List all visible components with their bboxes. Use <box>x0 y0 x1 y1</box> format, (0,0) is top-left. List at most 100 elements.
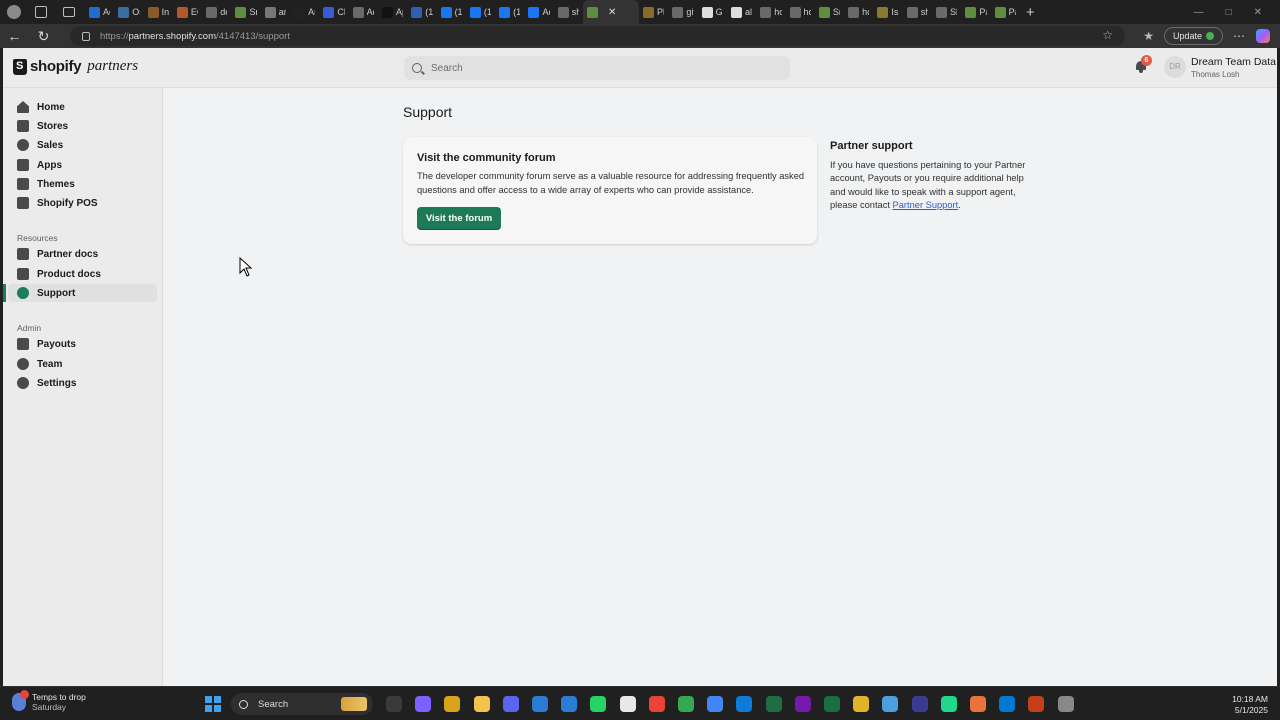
taskbar-app-icon[interactable] <box>532 696 548 712</box>
user-name[interactable]: Dream Team Data <box>1191 56 1276 68</box>
sidebar-item-product-docs[interactable]: Product docs <box>8 265 157 283</box>
copilot-icon[interactable] <box>1256 29 1270 43</box>
sidebar-item-team[interactable]: Team <box>8 355 157 373</box>
browser-tab[interactable]: EC <box>173 0 202 24</box>
browser-tab[interactable]: Am <box>290 0 319 24</box>
taskbar-app-icon[interactable] <box>736 696 753 712</box>
clock[interactable]: 10:18 AM 5/1/2025 <box>1232 694 1268 716</box>
back-button[interactable]: ← <box>0 28 29 44</box>
sidebar-item-partner-docs[interactable]: Partner docs <box>8 245 157 263</box>
browser-tab[interactable]: (11 <box>495 0 524 24</box>
tab-title: sh <box>571 7 580 17</box>
sidebar-item-label: Support <box>37 287 76 299</box>
close-window-button[interactable]: ✕ <box>1254 7 1262 18</box>
taskbar-app-icon[interactable] <box>590 696 607 712</box>
browser-tab[interactable]: Cli <box>319 0 348 24</box>
taskbar-app-icon[interactable] <box>619 696 636 712</box>
browser-tab[interactable]: Pla <box>639 0 668 24</box>
partner-support-link[interactable]: Partner Support <box>893 200 959 210</box>
sidebar-item-settings[interactable]: Settings <box>8 374 157 392</box>
browser-tab[interactable]: Sn <box>231 0 260 24</box>
taskbar-app-icon[interactable] <box>1028 696 1045 712</box>
browser-tab[interactable]: sh <box>903 0 932 24</box>
visit-forum-button[interactable]: Visit the forum <box>417 207 501 230</box>
browser-tab-active[interactable]: ✕ <box>583 0 640 24</box>
tab-title: Pla <box>657 7 664 17</box>
taskbar-app-icon[interactable] <box>678 696 694 712</box>
browser-tab[interactable]: Sh <box>932 0 961 24</box>
taskbar-search[interactable]: Search <box>231 693 373 715</box>
new-tab-button[interactable]: + <box>1026 4 1035 21</box>
minimize-button[interactable]: — <box>1194 7 1204 18</box>
taskbar-app-icon[interactable] <box>824 696 840 712</box>
taskbar-app-icon[interactable] <box>473 696 490 712</box>
browser-tab[interactable]: Pa <box>961 0 990 24</box>
more-menu-icon[interactable]: ⋯ <box>1233 29 1246 43</box>
browser-tab[interactable]: Acc <box>524 0 553 24</box>
taskbar-app-icon[interactable] <box>765 696 782 712</box>
tab-favicon-icon <box>701 6 713 18</box>
browser-tab[interactable]: ali <box>727 0 756 24</box>
avatar[interactable]: DR <box>1164 56 1186 78</box>
sidebar-item-stores[interactable]: Stores <box>8 117 157 135</box>
favorites-icon[interactable]: ★ <box>1143 29 1154 43</box>
browser-tab[interactable]: (13 <box>466 0 495 24</box>
sidebar-item-apps[interactable]: Apps <box>8 156 157 174</box>
site-info-icon[interactable] <box>82 31 90 41</box>
browser-tab[interactable]: Sn <box>815 0 844 24</box>
taskbar-app-icon[interactable] <box>502 696 519 712</box>
browser-tab[interactable]: Ap <box>378 0 407 24</box>
update-button[interactable]: Update <box>1163 27 1223 45</box>
browser-tab[interactable]: ho <box>844 0 873 24</box>
taskbar-app-icon[interactable] <box>882 696 899 712</box>
close-tab-icon[interactable]: ✕ <box>608 7 616 18</box>
browser-tab[interactable]: Is t <box>873 0 902 24</box>
tab-favicon-icon <box>440 6 452 18</box>
browser-tab[interactable]: ho <box>756 0 785 24</box>
taskbar-app-icon[interactable] <box>707 696 724 712</box>
taskbar-app-icon[interactable] <box>561 696 578 712</box>
taskbar-app-icon[interactable] <box>386 696 402 712</box>
browser-tab[interactable]: Ins <box>144 0 173 24</box>
tab-favicon-icon <box>760 6 772 18</box>
start-button[interactable] <box>205 696 221 712</box>
sidebar-item-sales[interactable]: Sales <box>8 136 157 154</box>
taskbar-app-icon[interactable] <box>853 696 870 712</box>
browser-tab[interactable]: (18 <box>407 0 436 24</box>
browser-tab[interactable]: Acc <box>85 0 114 24</box>
browser-tab[interactable]: Ad <box>349 0 378 24</box>
workspaces-icon[interactable] <box>35 6 47 18</box>
maximize-button[interactable]: □ <box>1226 7 1232 18</box>
browser-tab[interactable]: (11 <box>437 0 466 24</box>
taskbar-app-icon[interactable] <box>648 696 665 712</box>
search-input[interactable]: Search <box>404 56 790 80</box>
taskbar-app-icon[interactable] <box>444 696 461 712</box>
sidebar-item-themes[interactable]: Themes <box>8 175 157 193</box>
taskbar-app-icon[interactable] <box>911 696 928 712</box>
tab-actions-icon[interactable] <box>63 7 75 17</box>
shopify-partners-logo[interactable]: shopify partners <box>13 58 138 75</box>
profile-icon[interactable] <box>7 5 21 19</box>
taskbar-app-icon[interactable] <box>415 696 432 712</box>
weather-widget[interactable]: Temps to drop Saturday <box>12 690 86 712</box>
taskbar-app-icon[interactable] <box>794 696 811 712</box>
sidebar-item-home[interactable]: Home <box>8 98 157 116</box>
favorite-star-icon[interactable]: ☆ <box>1102 28 1113 42</box>
taskbar-app-icon[interactable] <box>999 696 1016 712</box>
browser-tab[interactable]: Git <box>698 0 727 24</box>
browser-tab[interactable]: git <box>668 0 697 24</box>
browser-tab[interactable]: am <box>261 0 290 24</box>
taskbar-app-icon[interactable] <box>970 696 986 712</box>
url-field[interactable]: https://partners.shopify.com/4147413/sup… <box>70 26 1125 46</box>
taskbar-app-icon[interactable] <box>1057 696 1074 712</box>
taskbar-app-icon[interactable] <box>940 696 957 712</box>
browser-tab[interactable]: On <box>114 0 143 24</box>
browser-tab[interactable]: ho <box>786 0 815 24</box>
refresh-button[interactable]: ↻ <box>29 28 58 45</box>
sidebar-item-support[interactable]: Support <box>3 284 157 302</box>
browser-tab[interactable]: sh <box>554 0 583 24</box>
browser-tab[interactable]: Par <box>991 0 1020 24</box>
browser-tab[interactable]: de <box>202 0 231 24</box>
sidebar-item-payouts[interactable]: Payouts <box>8 335 157 353</box>
sidebar-item-shopify-pos[interactable]: Shopify POS <box>8 194 157 212</box>
